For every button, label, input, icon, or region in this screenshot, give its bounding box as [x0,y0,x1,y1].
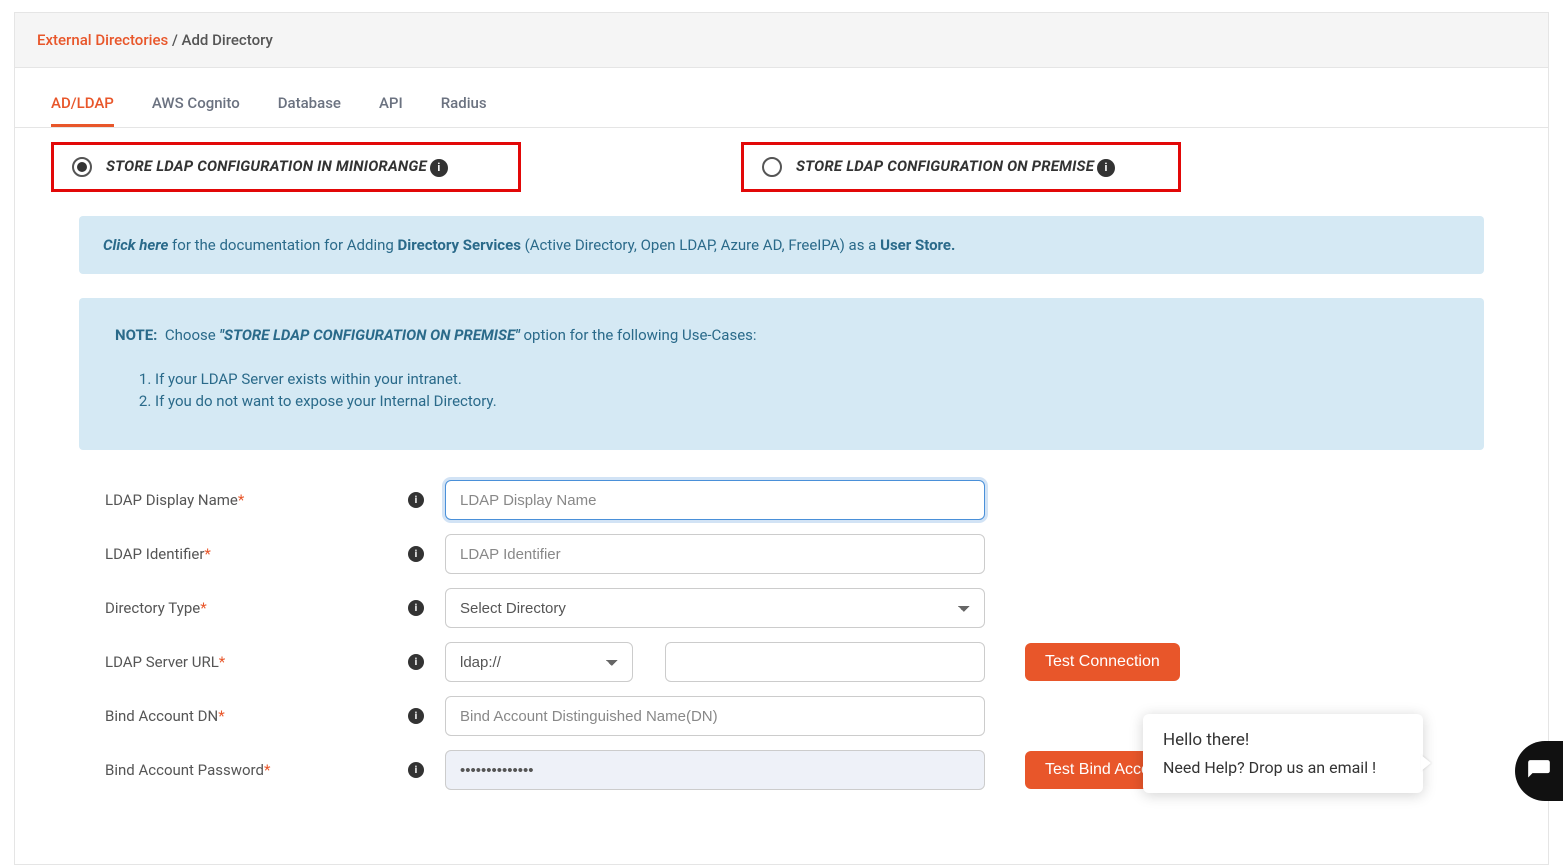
ldap-identifier-input[interactable] [445,534,985,574]
doc-text-mid: (Active Directory, Open LDAP, Azure AD, … [521,236,880,254]
note-box: NOTE: Choose "STORE LDAP CONFIGURATION O… [79,298,1484,450]
note-choose: Choose [165,326,220,344]
note-li-1: If your LDAP Server exists within your i… [155,370,1448,388]
note-label: NOTE: [115,326,157,344]
test-connection-button[interactable]: Test Connection [1025,643,1180,681]
label-bind-dn: Bind Account DN [105,707,218,725]
tab-ad-ldap[interactable]: AD/LDAP [51,94,114,127]
doc-text-pre: for the documentation for Adding [168,236,397,254]
info-icon[interactable]: i [408,762,424,778]
breadcrumb-parent-link[interactable]: External Directories [37,31,168,49]
breadcrumb-current: Add Directory [182,31,273,49]
row-directory-type: Directory Type* i Select Directory [105,588,1458,628]
radio-label-premise: STORE LDAP CONFIGURATION ON PREMISE [796,157,1094,175]
label-display-name: LDAP Display Name [105,491,238,509]
info-icon[interactable]: i [408,492,424,508]
radio-option-miniorange[interactable]: STORE LDAP CONFIGURATION IN MINIORANGEi [51,142,521,192]
row-server-url: LDAP Server URL* i ldap:// Test Connecti… [105,642,1458,682]
info-icon[interactable]: i [430,159,448,177]
radio-label-miniorange: STORE LDAP CONFIGURATION IN MINIORANGE [106,157,427,175]
ldap-server-url-input[interactable] [665,642,985,682]
directory-type-select[interactable]: Select Directory [445,588,985,628]
note-after: option for the following Use-Cases: [520,326,757,344]
label-bind-pw: Bind Account Password [105,761,264,779]
label-identifier: LDAP Identifier [105,545,204,563]
radio-option-premise[interactable]: STORE LDAP CONFIGURATION ON PREMISEi [741,142,1181,192]
tab-radius[interactable]: Radius [441,94,487,127]
label-server-url: LDAP Server URL [105,653,219,671]
chat-line2: Need Help? Drop us an email ! [1163,758,1403,777]
info-icon[interactable]: i [408,654,424,670]
bind-account-password-input[interactable] [445,750,985,790]
info-icon[interactable]: i [408,600,424,616]
chat-icon [1526,758,1552,784]
info-icon[interactable]: i [408,708,424,724]
radio-input-miniorange[interactable] [72,157,92,177]
row-display-name: LDAP Display Name* i [105,480,1458,520]
label-directory-type: Directory Type [105,599,200,617]
doc-bold-2: User Store. [880,236,955,254]
note-emph: "STORE LDAP CONFIGURATION ON PREMISE" [219,326,519,344]
chat-line1: Hello there! [1163,730,1403,750]
chat-tooltip: Hello there! Need Help? Drop us an email… [1143,714,1423,793]
radio-input-premise[interactable] [762,157,782,177]
config-location-radios: STORE LDAP CONFIGURATION IN MINIORANGEi … [15,128,1548,200]
tab-api[interactable]: API [379,94,403,127]
info-icon[interactable]: i [1097,159,1115,177]
info-icon[interactable]: i [408,546,424,562]
breadcrumb-sep: / [172,31,182,49]
tab-database[interactable]: Database [278,94,341,127]
breadcrumb: External Directories / Add Directory [14,12,1549,68]
note-li-2: If you do not want to expose your Intern… [155,392,1448,410]
tabs: AD/LDAP AWS Cognito Database API Radius [15,68,1548,128]
doc-bold-1: Directory Services [398,236,521,254]
tab-aws-cognito[interactable]: AWS Cognito [152,94,240,127]
bind-account-dn-input[interactable] [445,696,985,736]
doc-banner: Click here for the documentation for Add… [79,216,1484,274]
doc-link[interactable]: Click here [103,236,168,254]
row-identifier: LDAP Identifier* i [105,534,1458,574]
ldap-display-name-input[interactable] [445,480,985,520]
ldap-protocol-select[interactable]: ldap:// [445,642,633,682]
